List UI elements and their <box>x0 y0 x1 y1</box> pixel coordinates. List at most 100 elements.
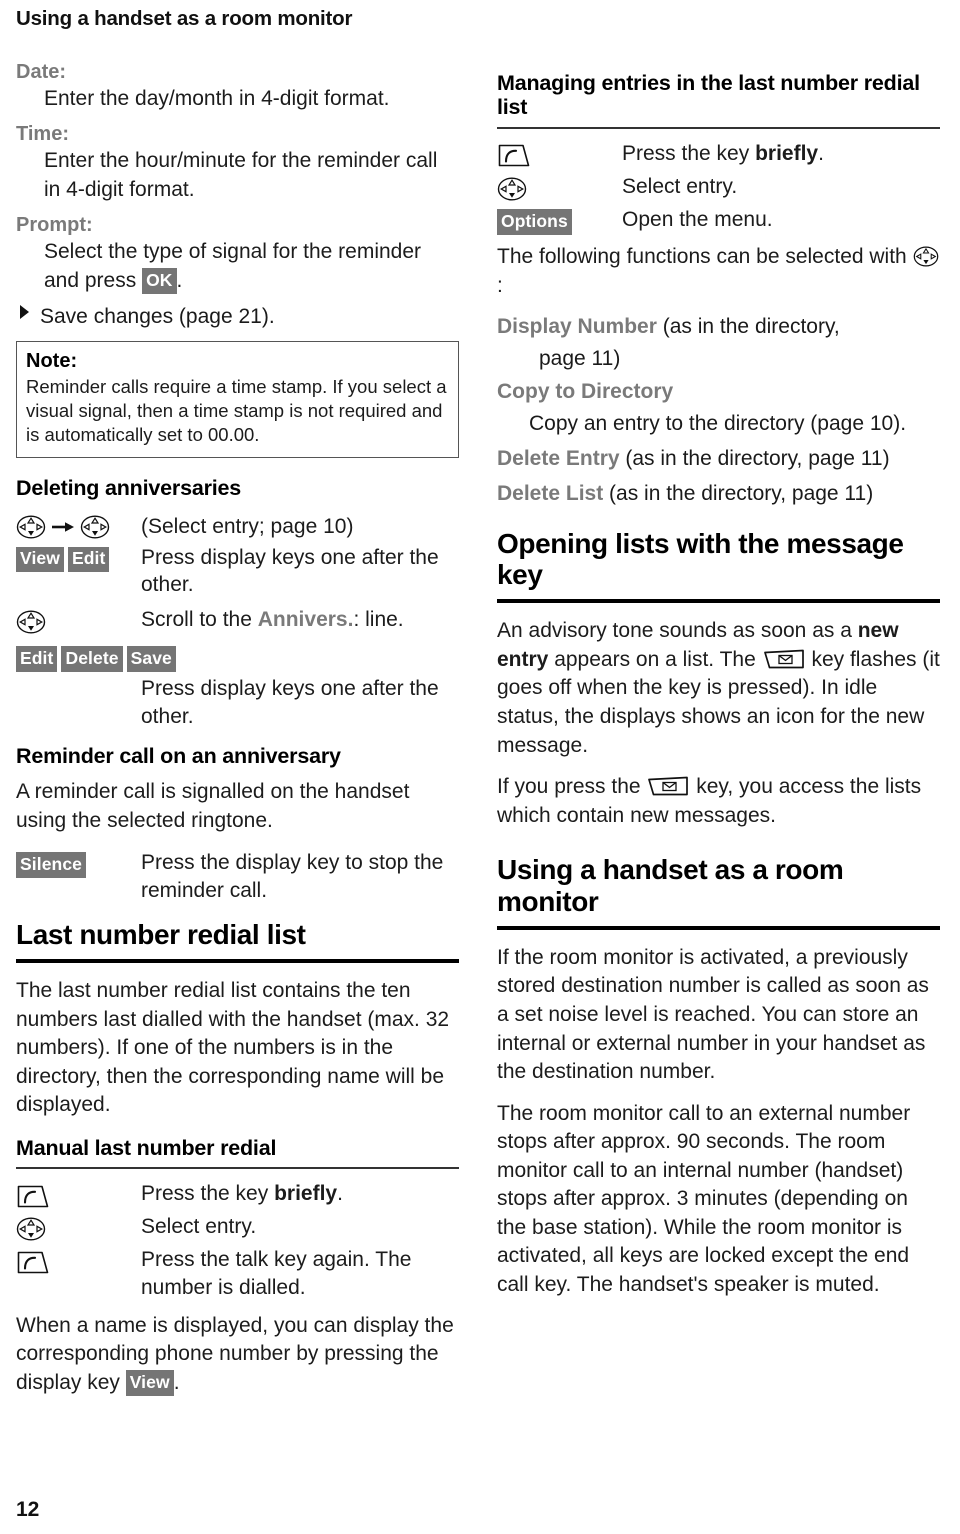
navigation-key-icon-2[interactable] <box>80 515 110 539</box>
talk-key-icon[interactable] <box>16 1184 50 1209</box>
heading-managing-entries: Managing entries in the last number redi… <box>497 70 920 120</box>
edit-display-key-2[interactable]: Edit <box>16 646 58 672</box>
functions-intro: The following functions can be selected … <box>497 243 940 300</box>
room-monitor-para-1: If the room monitor is activated, a prev… <box>497 945 929 1084</box>
step-edit-delete-save: Edit Delete Save <box>16 642 459 673</box>
message-key-icon[interactable] <box>762 648 806 670</box>
manual-redial-closing: When a name is displayed, you can displa… <box>16 1312 459 1398</box>
section-rule <box>16 1167 459 1170</box>
talk-text-post: . <box>337 1182 343 1206</box>
talk-key-icon-3[interactable] <box>497 143 531 168</box>
step-text-silence: Press the display key to stop the remind… <box>141 851 444 902</box>
step-keys-scroll <box>16 605 141 636</box>
chapter-rule <box>16 959 459 963</box>
closing-post: . <box>173 1370 180 1394</box>
function-name-display-number[interactable]: Display Number <box>497 315 657 338</box>
navigation-key-icon-5[interactable] <box>497 177 527 201</box>
talk-right-pre: Press the key <box>622 141 756 165</box>
function-delete-list: Delete List (as in the directory, page 1… <box>497 480 940 508</box>
navigation-key-icon-inline[interactable] <box>913 246 939 267</box>
step-text-select-entry: (Select entry; page 10) <box>141 514 354 538</box>
talk-key-icon-2[interactable] <box>16 1250 50 1275</box>
step-text-edit-delete-save: Press display keys one after the other. <box>141 676 439 728</box>
opening-lists-p2a: If you press the <box>497 775 647 799</box>
definition-prompt-post: . <box>176 268 183 292</box>
function-name-copy-to-directory[interactable]: Copy to Directory <box>497 380 673 403</box>
save-changes-text: Save changes (page 21). <box>40 305 275 329</box>
heading-reminder-call: Reminder call on an anniversary <box>16 744 341 769</box>
heading-last-number-redial-list: Last number redial list <box>16 918 306 950</box>
step-text-options: Open the menu. <box>622 207 773 231</box>
term-time: Time: <box>16 123 69 146</box>
options-display-key[interactable]: Options <box>497 209 572 235</box>
step-talk-briefly-right: Press the key briefly. <box>497 139 940 170</box>
definition-time: Enter the hour/minute for the reminder c… <box>44 149 438 201</box>
step-keys-nav-right <box>497 172 622 203</box>
last-number-redial-list-body: The last number redial list contains the… <box>16 979 450 1117</box>
step-text-view-edit: Press display keys one after the other. <box>141 545 439 597</box>
note-body: Reminder calls require a time stamp. If … <box>26 375 447 446</box>
step-keys-nav-manual <box>16 1212 141 1243</box>
step-keys-talk-1 <box>16 1179 141 1210</box>
running-head: Using a handset as a room monitor <box>16 7 353 30</box>
definition-list: Date: Enter the day/month in 4-digit for… <box>16 59 459 296</box>
delete-display-key[interactable]: Delete <box>61 646 123 672</box>
step-view-edit: View Edit Press display keys one after t… <box>16 543 459 599</box>
briefly-emphasis-right: briefly <box>755 141 819 165</box>
right-column: Managing entries in the last number redi… <box>497 59 940 1313</box>
silence-display-key[interactable]: Silence <box>16 852 86 878</box>
triangle-bullet-icon <box>20 305 29 320</box>
function-copy-to-directory-desc: Copy an entry to the directory (page 10)… <box>529 411 907 435</box>
definition-prompt-pre: Select the type of signal for the remind… <box>44 240 422 292</box>
note-box: Note: Reminder calls require a time stam… <box>16 340 459 458</box>
step-text-talk-again: Press the talk key again. The number is … <box>141 1248 412 1300</box>
step-keys-talk-2 <box>16 1245 141 1276</box>
step-text-select-entry-manual: Select entry. <box>141 1215 257 1239</box>
talk-text-pre: Press the key <box>141 1182 275 1206</box>
function-copy-to-directory: Copy to Directory <box>497 378 940 406</box>
chapter-rule-opening-lists <box>497 599 940 604</box>
heading-room-monitor: Using a handset as a room monitor <box>497 854 844 917</box>
view-display-key[interactable]: View <box>16 546 64 573</box>
opening-lists-para-1: An advisory tone sounds as soon as a new… <box>497 617 940 760</box>
step-select-entry-manual: Select entry. <box>16 1212 459 1243</box>
left-column: Date: Enter the day/month in 4-digit for… <box>16 59 459 1411</box>
talk-right-post: . <box>818 141 824 165</box>
term-date: Date: <box>16 60 67 83</box>
opening-lists-para-2: If you press the key, you access the lis… <box>497 773 940 830</box>
function-display-number: Display Number (as in the directory, <box>497 313 940 341</box>
edit-display-key[interactable]: Edit <box>67 546 110 573</box>
function-name-delete-entry[interactable]: Delete Entry <box>497 447 620 470</box>
scroll-text-pre: Scroll to the <box>141 607 258 631</box>
save-changes-step: Save changes (page 21). <box>18 303 459 330</box>
heading-manual-last-number-redial: Manual last number redial <box>16 1135 277 1160</box>
step-talk-key-briefly: Press the key briefly. <box>16 1179 459 1210</box>
note-title: Note: <box>26 349 78 372</box>
step-keys-view-edit: View Edit <box>16 543 141 574</box>
briefly-emphasis: briefly <box>274 1182 338 1206</box>
opening-lists-p1b: appears on a list. The <box>548 647 762 671</box>
two-column-layout: Date: Enter the day/month in 4-digit for… <box>16 59 944 1411</box>
step-keys-edit-delete-save: Edit Delete Save <box>16 642 176 673</box>
functions-intro-post: : <box>497 273 503 297</box>
function-name-delete-list[interactable]: Delete List <box>497 482 603 505</box>
navigation-key-icon-4[interactable] <box>16 1217 46 1241</box>
function-rest-delete-list: (as in the directory, page 11) <box>603 481 874 505</box>
step-text-talk-briefly-right: Press the key briefly. <box>622 139 940 168</box>
chapter-rule-room-monitor <box>497 925 940 930</box>
definition-prompt: Select the type of signal for the remind… <box>16 238 459 295</box>
heading-deleting-anniversaries: Deleting anniversaries <box>16 475 242 500</box>
ok-display-key[interactable]: OK <box>142 268 177 294</box>
navigation-key-icon-3[interactable] <box>16 610 46 634</box>
page-number: 12 <box>16 1498 40 1521</box>
view-display-key-2[interactable]: View <box>125 1370 174 1396</box>
save-display-key[interactable]: Save <box>126 646 176 672</box>
step-keys-nav <box>16 510 141 541</box>
closing-pre: When a name is displayed, you can displa… <box>16 1313 454 1394</box>
function-rest-delete-entry: (as in the directory, page 11) <box>619 446 890 470</box>
navigation-key-icon[interactable] <box>16 515 46 539</box>
term-prompt: Prompt: <box>16 214 93 237</box>
message-key-icon-2[interactable] <box>646 775 690 797</box>
step-keys-options: Options <box>497 205 622 236</box>
annivers-label: Annivers. <box>257 607 354 631</box>
